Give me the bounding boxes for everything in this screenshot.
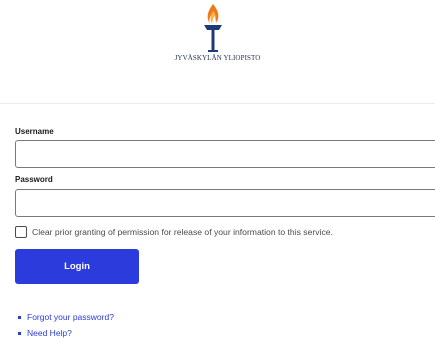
username-label: Username [15,127,54,136]
help-links: Forgot your password? Need Help? [18,309,114,341]
need-help-item: Need Help? [18,325,114,341]
username-input[interactable] [15,140,435,168]
password-label: Password [15,175,53,184]
need-help-link[interactable]: Need Help? [27,328,72,338]
bullet-icon [18,331,21,335]
bullet-icon [18,315,21,319]
clear-permission-row[interactable]: Clear prior granting of permission for r… [15,225,333,239]
password-input[interactable] [15,189,435,217]
clear-permission-checkbox[interactable] [15,226,27,238]
login-button[interactable]: Login [15,249,139,284]
clear-permission-label[interactable]: Clear prior granting of permission for r… [32,227,333,237]
forgot-password-item: Forgot your password? [18,309,114,325]
university-name: JYVÄSKYLÄN YLIOPISTO [174,54,261,62]
forgot-password-link[interactable]: Forgot your password? [27,312,114,322]
header: JYVÄSKYLÄN YLIOPISTO [0,0,435,104]
torch-logo-icon [204,4,222,52]
